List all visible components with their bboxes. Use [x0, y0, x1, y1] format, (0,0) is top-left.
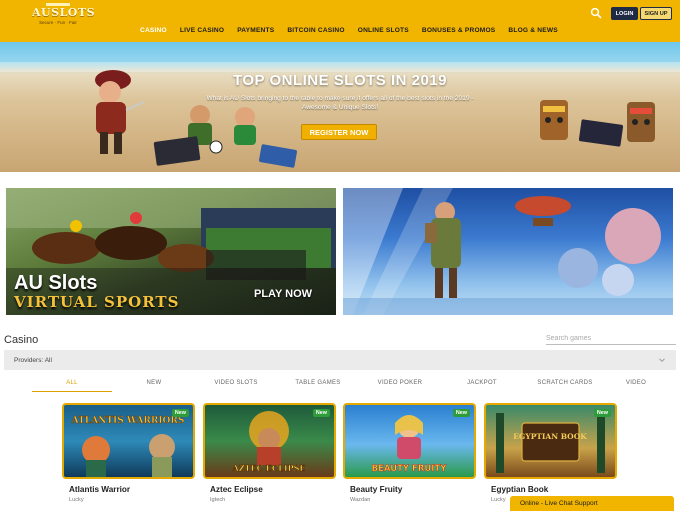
nav-live-casino[interactable]: LIVE CASINO [180, 27, 224, 39]
new-badge: New [312, 409, 330, 417]
game-provider: Lucky [491, 497, 506, 503]
page: AUSLOTS Secure · Fun · Fair CASINO LIVE … [0, 0, 680, 511]
tab-new[interactable]: NEW [114, 374, 194, 392]
top-header: AUSLOTS Secure · Fun · Fair CASINO LIVE … [0, 0, 680, 42]
tab-scratch-cards[interactable]: SCRATCH CARDS [524, 374, 606, 392]
game-thumbnail[interactable]: AZTEC ECLIPSE New [203, 403, 336, 479]
tab-all[interactable]: ALL [32, 374, 112, 392]
virtual-sports-banner[interactable]: AU Slots VIRTUAL SPORTS PLAY NOW [6, 188, 336, 315]
tab-video-slots[interactable]: VIDEO SLOTS [196, 374, 276, 392]
game-card[interactable]: ATLANTIS WARRIORS New Atlantis Warrior L… [62, 403, 195, 511]
auslots-logo[interactable]: AUSLOTS Secure · Fun · Fair [32, 3, 96, 27]
providers-selected-value: Providers: All [14, 356, 52, 364]
logo-tagline: Secure · Fun · Fair [39, 20, 77, 25]
casino-section-heading: Casino [4, 334, 39, 346]
game-thumbnail[interactable]: EGYPTIAN BOOK New [484, 403, 617, 479]
new-badge: New [593, 409, 611, 417]
game-card[interactable]: EGYPTIAN BOOK New Egyptian Book Lucky [484, 403, 617, 511]
main-nav: CASINO LIVE CASINO PAYMENTS BITCOIN CASI… [140, 27, 571, 39]
nav-bonuses-promos[interactable]: BONUSES & PROMOS [422, 27, 496, 39]
game-provider: Lucky [69, 497, 84, 503]
nav-blog-news[interactable]: BLOG & NEWS [508, 27, 557, 39]
hero-banner: TOP ONLINE SLOTS IN 2019 What is AU Slot… [0, 42, 680, 172]
chevron-down-icon [659, 358, 665, 363]
virtual-sports-title: AU Slots [14, 272, 98, 294]
game-card[interactable]: AZTEC ECLIPSE New Aztec Eclipse Igtech [203, 403, 336, 511]
adventure-slot-banner[interactable] [343, 188, 673, 315]
game-card[interactable]: BEAUTY FRUITY New Beauty Fruity Wazdan [343, 403, 476, 511]
game-name[interactable]: Aztec Eclipse [210, 485, 263, 494]
virtual-sports-subtitle: VIRTUAL SPORTS [14, 293, 180, 311]
live-chat-button[interactable]: Online - Live Chat Support [510, 496, 674, 511]
game-category-tabs: ALL NEW VIDEO SLOTS TABLE GAMES VIDEO PO… [32, 374, 652, 392]
game-thumbnail[interactable]: BEAUTY FRUITY New [343, 403, 476, 479]
signup-button[interactable]: SIGN UP [640, 7, 672, 20]
tab-video-poker[interactable]: VIDEO POKER [360, 374, 440, 392]
tab-jackpot[interactable]: JACKPOT [442, 374, 522, 392]
tab-table-games[interactable]: TABLE GAMES [278, 374, 358, 392]
register-now-button[interactable]: REGISTER NOW [301, 124, 377, 140]
game-name[interactable]: Beauty Fruity [350, 485, 402, 494]
game-name[interactable]: Egyptian Book [491, 485, 548, 494]
providers-dropdown[interactable]: Providers: All [4, 350, 676, 370]
game-provider: Wazdan [350, 497, 371, 503]
game-art-title: EGYPTIAN BOOK [513, 432, 587, 441]
nav-bitcoin-casino[interactable]: BITCOIN CASINO [287, 27, 344, 39]
game-provider: Igtech [210, 497, 226, 503]
logo-crown-icon [46, 3, 70, 6]
hero-subtitle: What is AU Slots bringing to the table t… [206, 95, 474, 111]
nav-online-slots[interactable]: ONLINE SLOTS [358, 27, 409, 39]
search-icon[interactable] [590, 7, 602, 19]
tiki-masks-illustration [540, 100, 655, 147]
hero-title: TOP ONLINE SLOTS IN 2019 [232, 72, 447, 89]
game-name[interactable]: Atlantis Warrior [69, 485, 130, 494]
login-button[interactable]: LOGIN [611, 7, 638, 20]
airship-balloons-illustration [343, 188, 673, 315]
game-art-title: AZTEC ECLIPSE [232, 463, 306, 473]
tab-video[interactable]: VIDEO [606, 374, 666, 392]
play-now-link[interactable]: PLAY NOW [254, 288, 312, 300]
logo-wordmark: AUSLOTS [32, 6, 96, 19]
nav-payments[interactable]: PAYMENTS [237, 27, 274, 39]
game-thumbnail[interactable]: ATLANTIS WARRIORS New [62, 403, 195, 479]
search-games-input[interactable] [546, 333, 676, 345]
nav-casino[interactable]: CASINO [140, 27, 167, 39]
new-badge: New [452, 409, 470, 417]
game-art-title: ATLANTIS WARRIORS [71, 416, 185, 426]
new-badge: New [171, 409, 189, 417]
game-art-title: BEAUTY FRUITY [372, 464, 448, 474]
